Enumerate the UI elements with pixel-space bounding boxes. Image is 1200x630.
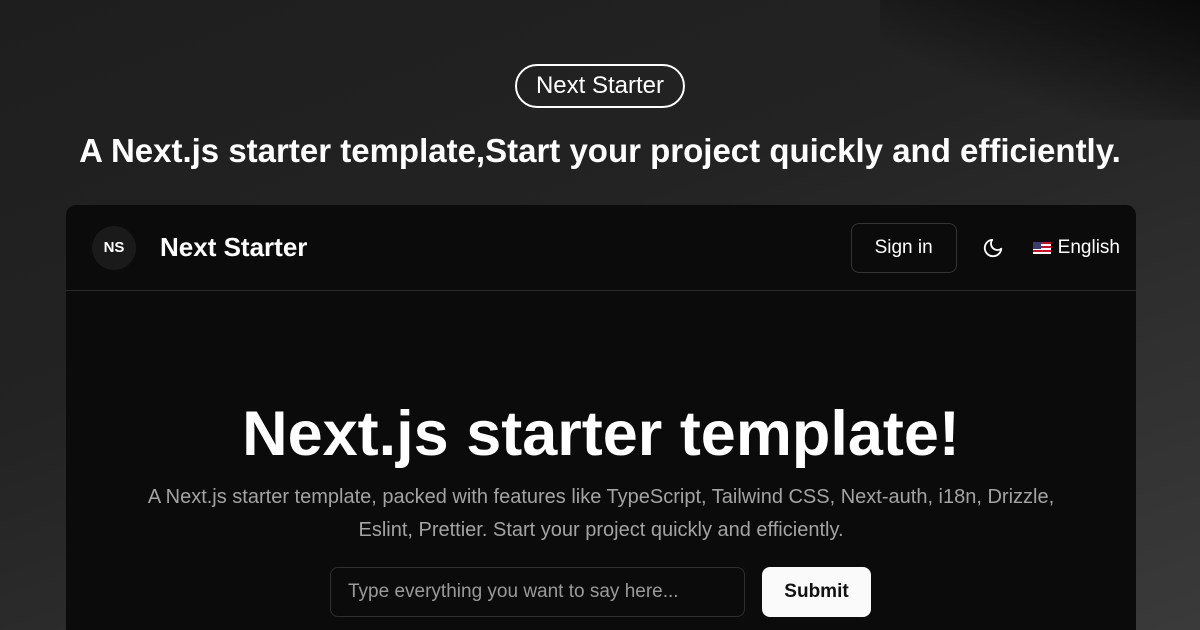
brand-name[interactable]: Next Starter xyxy=(160,232,307,263)
language-selector[interactable]: English xyxy=(1032,236,1120,259)
language-label: English xyxy=(1057,236,1120,258)
logo[interactable]: NS xyxy=(92,225,136,270)
navbar: NS Next Starter Sign in English xyxy=(66,205,1136,291)
moon-icon xyxy=(983,238,1002,257)
theme-toggle-button[interactable] xyxy=(975,230,1011,266)
page-headline: A Next.js starter template,Start your pr… xyxy=(79,132,1121,169)
us-flag-icon xyxy=(1032,241,1051,254)
message-form: Submit xyxy=(330,567,871,617)
app-preview-window: NS Next Starter Sign in English Next.js … xyxy=(66,205,1136,630)
hero-title: Next.js starter template! xyxy=(242,399,960,469)
message-input[interactable] xyxy=(330,567,745,617)
submit-button[interactable]: Submit xyxy=(762,567,871,617)
background-corner-shade xyxy=(880,0,1200,120)
product-badge: Next Starter xyxy=(514,64,686,108)
sign-in-button[interactable]: Sign in xyxy=(850,222,957,273)
hero-description: A Next.js starter template, packed with … xyxy=(147,486,1055,541)
